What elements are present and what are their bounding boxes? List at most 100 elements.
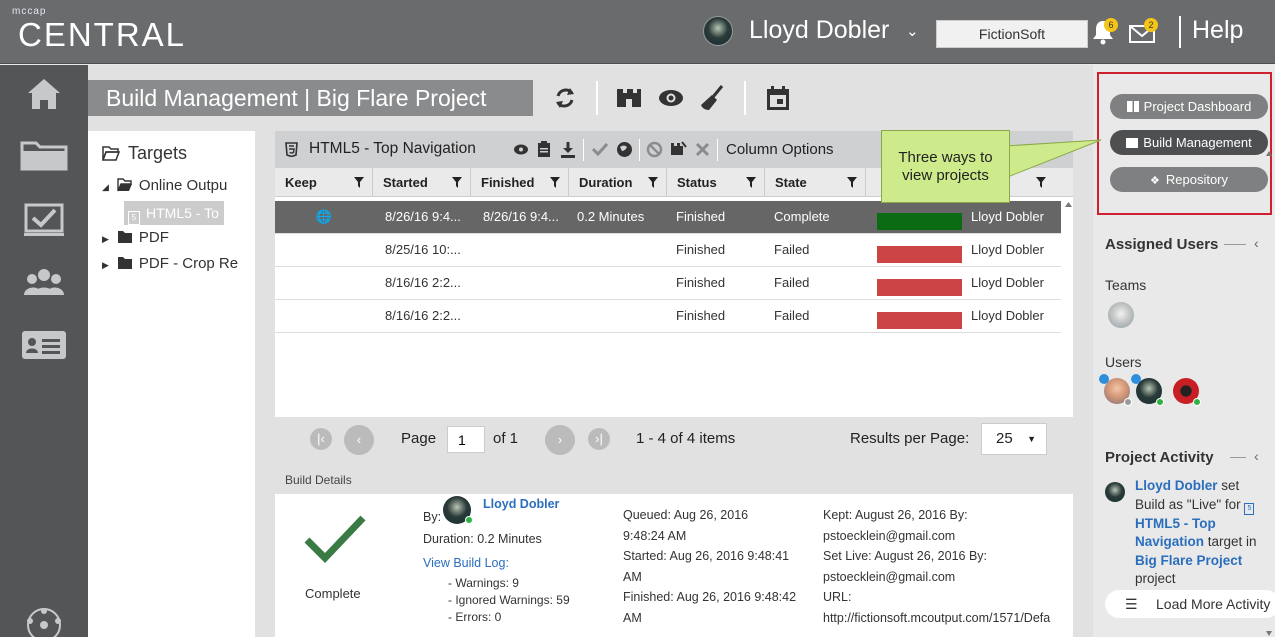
expand-arrow-icon[interactable]: ▶ xyxy=(102,234,109,244)
set-live-by: pstoecklein@gmail.com xyxy=(823,570,956,584)
page-number-input[interactable] xyxy=(447,426,485,453)
column-header-state[interactable]: State xyxy=(765,168,866,197)
team-avatar[interactable] xyxy=(1108,302,1134,328)
errors-count: - Errors: 0 xyxy=(448,610,502,624)
filter-icon[interactable] xyxy=(648,177,658,188)
finished-date: Finished: Aug 26, 2016 9:48:42 xyxy=(623,590,797,604)
build-user-link[interactable]: Lloyd Dobler xyxy=(483,497,559,511)
tree-item-label: HTML5 - To xyxy=(146,205,219,221)
project-dashboard-label: Project Dashboard xyxy=(1143,99,1252,114)
eye-icon[interactable] xyxy=(513,142,529,157)
next-page-button[interactable]: › xyxy=(545,425,575,455)
last-page-button[interactable]: ›| xyxy=(588,428,610,450)
page-of-label: of 1 xyxy=(493,430,519,447)
column-header-status[interactable]: Status xyxy=(667,168,765,197)
divider xyxy=(1224,244,1246,245)
table-cell-finished: 8/26/16 9:4... xyxy=(483,209,559,224)
table-row[interactable]: 8/25/16 10:... Finished Failed Lloyd Dobler xyxy=(275,234,1061,267)
html5-icon xyxy=(285,142,298,157)
online-status-dot xyxy=(1156,398,1164,406)
build-management-button[interactable]: Build Management xyxy=(1110,130,1268,155)
collapse-icon[interactable]: ‹ xyxy=(1254,235,1259,251)
toolbar-divider xyxy=(583,139,584,161)
table-row[interactable]: 8/16/16 2:2... Finished Failed Lloyd Dobler xyxy=(275,300,1061,333)
results-per-page-select[interactable]: 25 ▼ xyxy=(981,423,1047,455)
first-page-button[interactable]: |‹ xyxy=(310,428,332,450)
sidebar-item-network[interactable] xyxy=(0,601,88,637)
table-row[interactable]: 🌐 8/26/16 9:4... 8/26/16 9:4... 0.2 Minutes… xyxy=(275,201,1061,234)
globe-icon[interactable] xyxy=(616,141,633,158)
previous-page-button[interactable]: ‹ xyxy=(344,425,374,455)
clipboard-icon[interactable] xyxy=(537,141,551,158)
column-header-started[interactable]: Started xyxy=(373,168,471,197)
filter-icon[interactable] xyxy=(746,177,756,188)
sidebar-item-home[interactable] xyxy=(0,67,88,123)
sidebar-item-projects[interactable] xyxy=(0,127,88,183)
table-cell-state: Failed xyxy=(774,275,810,290)
refresh-icon[interactable] xyxy=(550,83,580,113)
collapse-arrow-icon[interactable]: ◢ xyxy=(102,182,109,192)
check-icon[interactable] xyxy=(592,142,608,156)
filter-icon[interactable] xyxy=(847,177,857,188)
column-header-keep[interactable]: Keep xyxy=(275,168,373,197)
tree-item-online-output[interactable]: ◢ Online Outpu xyxy=(102,177,227,194)
table-cell-started: 8/16/16 2:2... xyxy=(385,308,461,323)
expand-arrow-icon[interactable]: ▶ xyxy=(102,260,109,270)
collapse-icon[interactable]: ‹ xyxy=(1254,448,1259,464)
repository-label: Repository xyxy=(1165,172,1228,187)
chevron-down-icon[interactable]: ⌄ xyxy=(906,22,919,40)
table-row[interactable]: 8/16/16 2:2... Finished Failed Lloyd Dobler xyxy=(275,267,1061,300)
tree-item-html5-top-navigation[interactable]: 5 HTML5 - To xyxy=(124,201,224,225)
bell-icon[interactable]: 6 xyxy=(1090,18,1118,46)
right-panel-scrollbar[interactable] xyxy=(1265,150,1273,637)
filter-icon[interactable] xyxy=(550,177,560,188)
activity-user-link[interactable]: Lloyd Dobler xyxy=(1135,478,1218,493)
filter-icon[interactable] xyxy=(354,177,364,188)
users-icon xyxy=(24,269,64,295)
ban-icon[interactable] xyxy=(646,141,663,158)
checklist-icon xyxy=(24,203,64,236)
eye-icon[interactable] xyxy=(656,83,686,113)
offline-status-dot xyxy=(1124,398,1132,406)
table-cell-status: Finished xyxy=(676,209,726,224)
unkeep-icon[interactable] xyxy=(670,141,687,157)
view-build-log-link[interactable]: View Build Log: xyxy=(423,556,509,570)
repository-button[interactable]: ❖ Repository xyxy=(1110,167,1268,192)
divider xyxy=(1179,16,1181,48)
results-per-page-value: 25 xyxy=(996,430,1013,447)
callout-pointer xyxy=(1005,139,1102,179)
mail-icon[interactable]: 2 xyxy=(1128,18,1158,46)
project-dashboard-button[interactable]: Project Dashboard xyxy=(1110,94,1268,119)
sidebar-item-tasks[interactable] xyxy=(0,191,88,247)
sidebar-item-contacts[interactable] xyxy=(0,317,88,373)
grid-title: HTML5 - Top Navigation xyxy=(309,140,476,157)
sidebar-item-users[interactable] xyxy=(0,255,88,311)
help-link[interactable]: Help xyxy=(1192,16,1243,45)
user-avatar[interactable] xyxy=(703,16,733,46)
filter-icon[interactable] xyxy=(452,177,462,188)
download-icon[interactable] xyxy=(560,141,576,158)
organization-selector[interactable]: FictionSoft xyxy=(936,20,1088,48)
user-avatar[interactable] xyxy=(1105,482,1125,502)
broom-icon[interactable] xyxy=(698,83,728,113)
build-url-link[interactable]: http://fictionsoft.mcoutput.com/1571/Def… xyxy=(823,611,1071,625)
user-name[interactable]: Lloyd Dobler xyxy=(749,16,889,45)
close-icon[interactable] xyxy=(695,142,710,157)
sidebar xyxy=(0,65,88,637)
table-cell-started: 8/26/16 9:4... xyxy=(385,209,461,224)
tree-item-label: PDF - Crop Re xyxy=(138,255,239,272)
tree-item-pdf-crop-reviewed[interactable]: ▶ PDF - Crop Re xyxy=(102,255,238,272)
activity-project-link[interactable]: Big Flare Project xyxy=(1135,553,1242,568)
column-options-button[interactable]: Column Options xyxy=(726,141,834,158)
caret-down-icon: ▼ xyxy=(1027,434,1036,444)
column-header-finished[interactable]: Finished xyxy=(471,168,569,197)
notification-badge: 6 xyxy=(1104,18,1118,32)
tree-item-pdf[interactable]: ▶ PDF xyxy=(102,229,169,246)
assigned-users-heading: Assigned Users xyxy=(1105,236,1219,253)
top-bar: mccap CENTRAL Lloyd Dobler ⌄ FictionSoft… xyxy=(0,0,1275,64)
build-icon[interactable] xyxy=(614,83,644,113)
column-header-duration[interactable]: Duration xyxy=(569,168,667,197)
load-more-activity-button[interactable]: ☰ Load More Activity xyxy=(1105,590,1275,618)
table-cell-state: Failed xyxy=(774,308,810,323)
calendar-icon[interactable] xyxy=(763,83,793,113)
